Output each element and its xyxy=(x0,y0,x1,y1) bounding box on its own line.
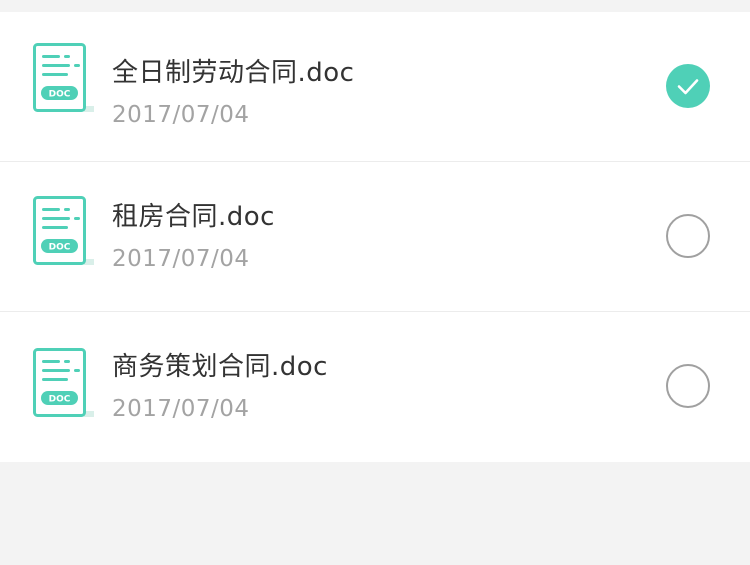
doc-icon-label: DOC xyxy=(49,395,71,405)
selected-checkbox[interactable] xyxy=(666,64,710,108)
doc-icon-label: DOC xyxy=(49,90,71,100)
top-strip xyxy=(0,0,750,12)
file-name: 商务策划合同.doc xyxy=(112,352,328,382)
checkmark-icon xyxy=(677,79,699,95)
file-list: DOC 全日制劳动合同.doc 2017/07/04 DOC 租房合同.doc … xyxy=(0,12,750,462)
file-name: 租房合同.doc xyxy=(112,202,275,232)
unselected-radio[interactable] xyxy=(666,364,710,408)
file-date: 2017/07/04 xyxy=(112,246,250,272)
unselected-radio[interactable] xyxy=(666,214,710,258)
doc-file-icon: DOC xyxy=(32,347,96,421)
file-date: 2017/07/04 xyxy=(112,102,250,128)
file-row[interactable]: DOC 商务策划合同.doc 2017/07/04 xyxy=(0,312,750,462)
file-row[interactable]: DOC 全日制劳动合同.doc 2017/07/04 xyxy=(0,12,750,162)
file-row[interactable]: DOC 租房合同.doc 2017/07/04 xyxy=(0,162,750,312)
doc-icon-label: DOC xyxy=(49,243,71,253)
doc-file-icon: DOC xyxy=(32,195,96,269)
doc-file-icon: DOC xyxy=(32,42,96,116)
file-date: 2017/07/04 xyxy=(112,396,250,422)
file-name: 全日制劳动合同.doc xyxy=(112,58,355,88)
